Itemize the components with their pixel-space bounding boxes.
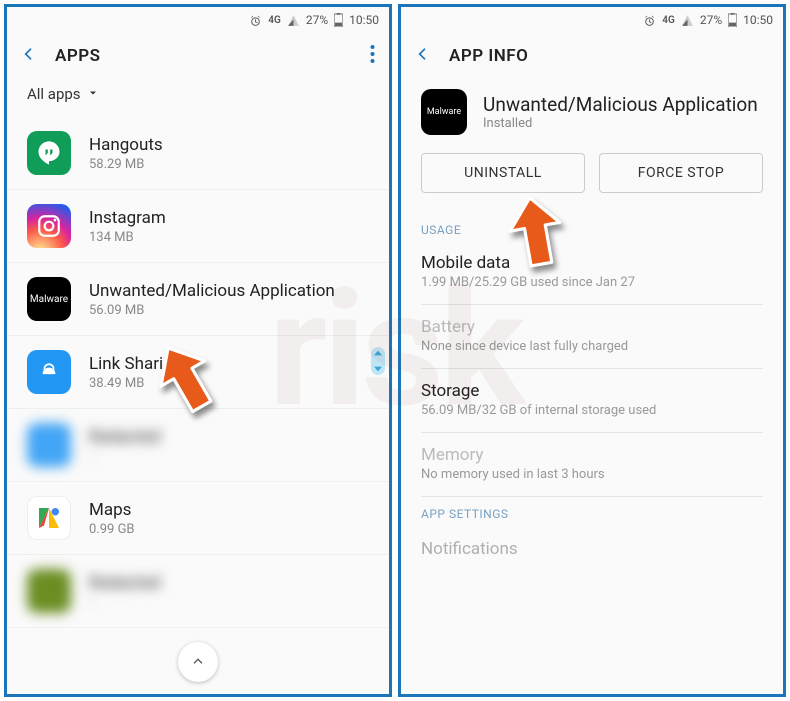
mobile-data-row[interactable]: Mobile data 1.99 MB/25.29 GB used since … bbox=[421, 241, 763, 305]
page-title: APPS bbox=[55, 46, 101, 66]
network-type: 4G bbox=[268, 15, 281, 26]
app-size: -- bbox=[89, 449, 160, 464]
app-size: 0.99 GB bbox=[89, 522, 135, 537]
link-sharing-icon bbox=[27, 350, 71, 394]
usage-section-label: USAGE bbox=[401, 213, 783, 241]
alarm-icon bbox=[643, 14, 656, 27]
battery-pct: 27% bbox=[700, 13, 722, 27]
app-row-hangouts[interactable]: Hangouts 58.29 MB bbox=[7, 117, 389, 190]
scroll-to-top-button[interactable] bbox=[178, 642, 218, 682]
app-name: Maps bbox=[89, 500, 135, 520]
app-row-instagram[interactable]: Instagram 134 MB bbox=[7, 190, 389, 263]
scroll-indicator[interactable] bbox=[371, 347, 385, 375]
chevron-down-icon bbox=[87, 85, 99, 103]
app-name: Instagram bbox=[89, 208, 166, 228]
app-name: Unwanted/Malicious Application bbox=[89, 281, 335, 301]
malware-icon: Malware bbox=[421, 89, 467, 135]
row-subtitle: 1.99 MB/25.29 GB used since Jan 27 bbox=[421, 275, 763, 290]
row-title: Mobile data bbox=[421, 253, 763, 273]
uninstall-button[interactable]: UNINSTALL bbox=[421, 153, 585, 193]
app-list: Hangouts 58.29 MB Instagram 134 MB Malware… bbox=[7, 117, 389, 628]
app-row-redacted[interactable]: Redacted -- bbox=[7, 409, 389, 482]
unknown-icon bbox=[27, 569, 71, 613]
row-subtitle: None since device last fully charged bbox=[421, 339, 763, 354]
row-title: Storage bbox=[421, 381, 763, 401]
header: APP INFO bbox=[401, 33, 783, 79]
header: APPS bbox=[7, 33, 389, 79]
app-row-link-sharing[interactable]: Link Sharing 38.49 MB bbox=[7, 336, 389, 409]
app-name: Redacted bbox=[89, 427, 160, 447]
app-settings-section-label: APP SETTINGS bbox=[401, 497, 783, 525]
force-stop-button[interactable]: FORCE STOP bbox=[599, 153, 763, 193]
app-size: 134 MB bbox=[89, 230, 166, 245]
instagram-icon bbox=[27, 204, 71, 248]
clock: 10:50 bbox=[349, 13, 379, 27]
network-type: 4G bbox=[662, 15, 675, 26]
status-bar: 4G 27% 10:50 bbox=[401, 7, 783, 33]
unknown-icon bbox=[27, 423, 71, 467]
app-name: Redacted bbox=[89, 573, 160, 593]
page-title: APP INFO bbox=[449, 46, 528, 66]
row-subtitle: 56.09 MB/32 GB of internal storage used bbox=[421, 403, 763, 418]
back-icon[interactable] bbox=[415, 46, 431, 66]
signal-icon bbox=[681, 14, 694, 27]
app-size: 56.09 MB bbox=[89, 303, 335, 318]
maps-icon bbox=[27, 496, 71, 540]
row-title: Memory bbox=[421, 445, 763, 465]
app-size: 38.49 MB bbox=[89, 376, 182, 391]
app-name: Hangouts bbox=[89, 135, 163, 155]
battery-pct: 27% bbox=[306, 13, 328, 27]
back-icon[interactable] bbox=[21, 46, 37, 66]
memory-row: Memory No memory used in last 3 hours bbox=[421, 433, 763, 497]
row-title: Battery bbox=[421, 317, 763, 337]
app-size: 58.29 MB bbox=[89, 157, 163, 172]
storage-row[interactable]: Storage 56.09 MB/32 GB of internal stora… bbox=[421, 369, 763, 433]
status-bar: 4G 27% 10:50 bbox=[7, 7, 389, 33]
app-row-malware[interactable]: Malware Unwanted/Malicious Application 56… bbox=[7, 263, 389, 336]
app-header: Malware Unwanted/Malicious Application I… bbox=[401, 79, 783, 153]
filter-label: All apps bbox=[27, 85, 81, 103]
alarm-icon bbox=[249, 14, 262, 27]
app-row-redacted[interactable]: Redacted -- bbox=[7, 555, 389, 628]
battery-icon bbox=[334, 13, 343, 27]
app-row-maps[interactable]: Maps 0.99 GB bbox=[7, 482, 389, 555]
apps-list-screen: 4G 27% 10:50 APPS All apps Hangouts 58.29… bbox=[4, 4, 392, 697]
filter-dropdown[interactable]: All apps bbox=[7, 79, 389, 117]
signal-icon bbox=[287, 14, 300, 27]
app-size: -- bbox=[89, 595, 160, 610]
app-name: Link Sharing bbox=[89, 354, 182, 374]
battery-row: Battery None since device last fully cha… bbox=[421, 305, 763, 369]
row-subtitle: No memory used in last 3 hours bbox=[421, 467, 763, 482]
action-buttons: UNINSTALL FORCE STOP bbox=[401, 153, 783, 213]
battery-icon bbox=[728, 13, 737, 27]
hangouts-icon bbox=[27, 131, 71, 175]
overflow-menu-icon[interactable] bbox=[370, 45, 375, 67]
app-info-screen: 4G 27% 10:50 APP INFO Malware Unwanted/M… bbox=[398, 4, 786, 697]
notifications-row[interactable]: Notifications bbox=[401, 525, 783, 559]
clock: 10:50 bbox=[743, 13, 773, 27]
install-status: Installed bbox=[483, 116, 758, 131]
malware-icon: Malware bbox=[27, 277, 71, 321]
app-name: Unwanted/Malicious Application bbox=[483, 93, 758, 116]
